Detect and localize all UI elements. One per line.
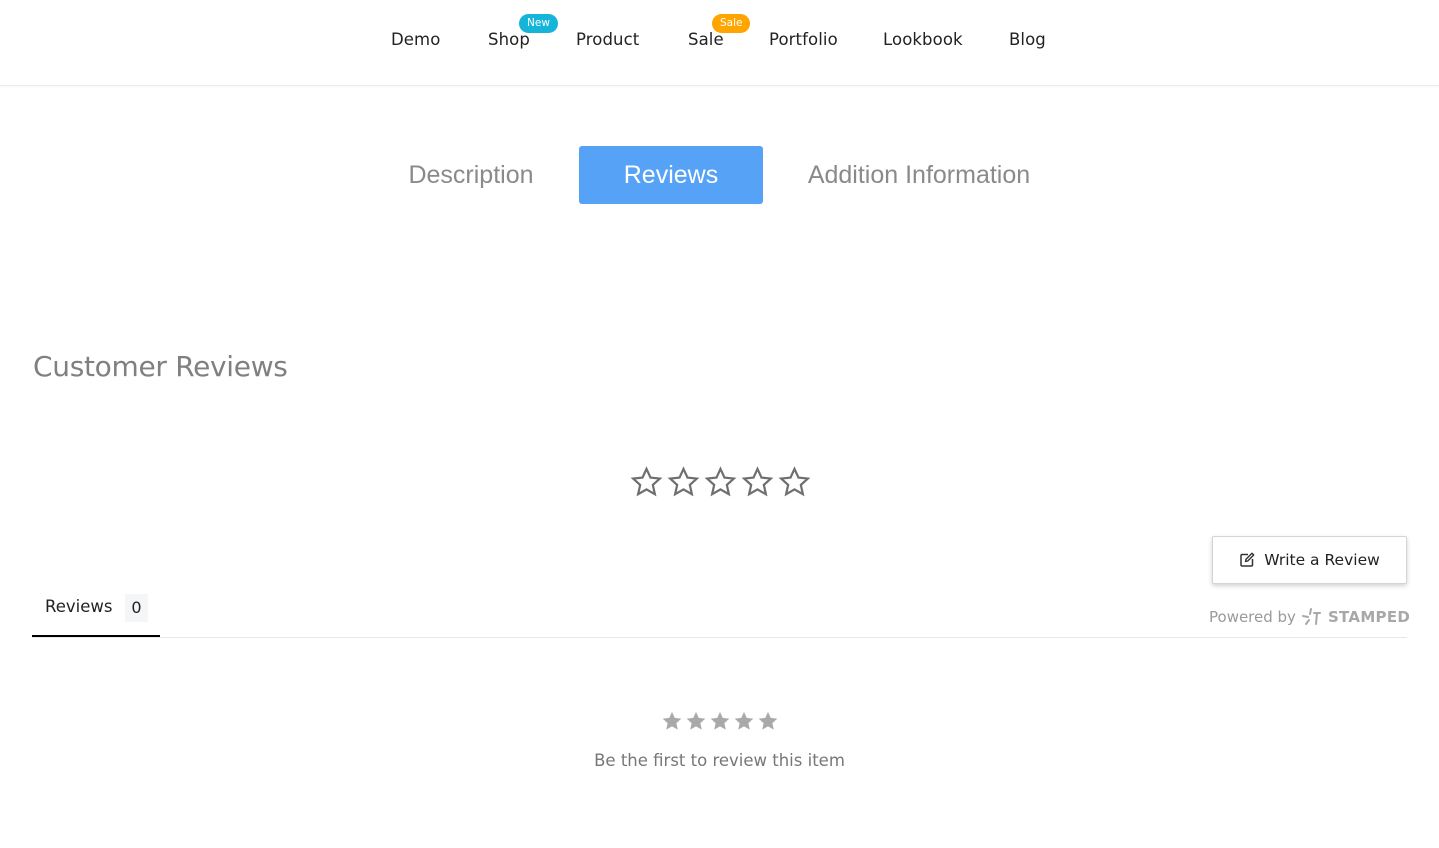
star-filled-icon (710, 711, 730, 730)
reviews-tab-label: Reviews (45, 597, 113, 616)
sale-badge: Sale (712, 14, 751, 33)
tab-description[interactable]: Description (395, 146, 547, 204)
star-outline-icon (667, 466, 700, 497)
reviews-tab[interactable]: Reviews 0 (32, 590, 160, 638)
star-outline-icon (630, 466, 663, 497)
star-outline-icon (704, 466, 737, 497)
empty-reviews-message: Be the first to review this item (594, 751, 845, 770)
main-nav: Demo Shop New Product Sale Sale Portfoli… (0, 0, 1439, 86)
nav-item-demo[interactable]: Demo (391, 30, 440, 49)
star-filled-icon (686, 711, 706, 730)
nav-item-lookbook[interactable]: Lookbook (883, 30, 963, 49)
star-outline-icon (778, 466, 811, 497)
reviews-count-badge: 0 (125, 594, 148, 622)
empty-state-stars (661, 710, 779, 732)
nav-item-shop[interactable]: Shop (488, 30, 530, 49)
nav-item-portfolio[interactable]: Portfolio (769, 30, 838, 49)
star-filled-icon (758, 711, 778, 730)
nav-item-blog[interactable]: Blog (1009, 30, 1046, 49)
powered-by-brand: STAMPED (1327, 608, 1411, 626)
write-review-button[interactable]: Write a Review (1212, 536, 1407, 584)
customer-reviews-title: Customer Reviews (33, 350, 288, 383)
reviews-divider (32, 637, 1407, 638)
star-outline-icon (741, 466, 774, 497)
tab-addition-information[interactable]: Addition Information (800, 146, 1038, 204)
nav-item-sale[interactable]: Sale (688, 30, 724, 49)
site-header: Demo Shop New Product Sale Sale Portfoli… (0, 0, 1439, 86)
powered-by-label: Powered by (1209, 608, 1296, 626)
tab-reviews[interactable]: Reviews (579, 146, 763, 204)
powered-by[interactable]: Powered by STAMPED (1209, 606, 1410, 628)
star-filled-icon (734, 711, 754, 730)
nav-item-product[interactable]: Product (576, 30, 639, 49)
stamped-logo-icon (1301, 608, 1321, 625)
write-review-label: Write a Review (1264, 551, 1380, 569)
average-rating-stars (630, 462, 811, 504)
new-badge: New (519, 14, 558, 33)
star-filled-icon (662, 711, 682, 730)
edit-icon (1240, 552, 1255, 567)
